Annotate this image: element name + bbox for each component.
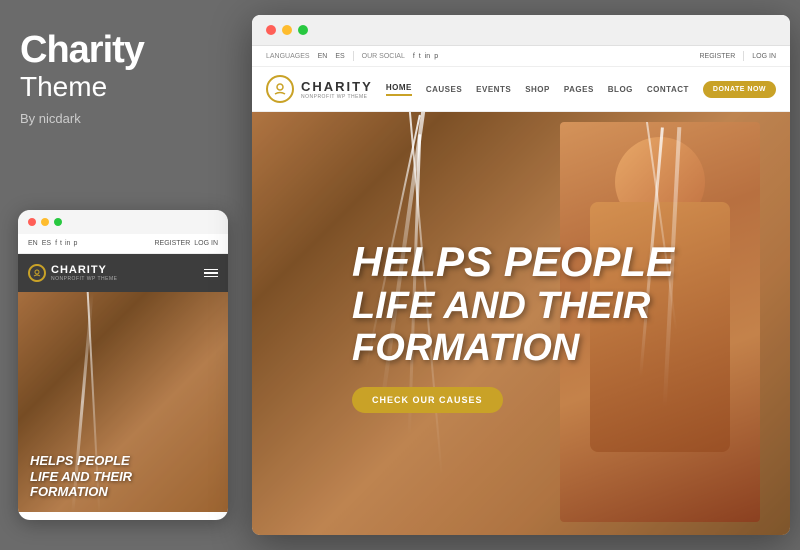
theme-title-regular: Theme	[20, 72, 225, 103]
desktop-nav: CHARITY NONPROFIT WP THEME HOME CAUSES E…	[252, 67, 790, 112]
linkedin-icon[interactable]: in	[65, 240, 70, 247]
facebook-icon[interactable]: f	[413, 53, 415, 60]
desktop-languages-label: LANGUAGES	[266, 53, 310, 60]
mobile-topbar-left: EN ES f t in p	[28, 240, 77, 247]
nav-link-home[interactable]: HOME	[386, 83, 412, 96]
twitter-icon[interactable]: t	[419, 53, 421, 60]
mobile-hero-text: HELPS PEOPLE LIFE AND THEIR FORMATION	[30, 453, 132, 500]
mobile-logo-icon	[28, 264, 46, 282]
desktop-preview: LANGUAGES EN ES OUR SOCIAL f t in p REGI…	[252, 15, 790, 535]
nav-link-blog[interactable]: BLOG	[608, 85, 633, 94]
desktop-logo-icon	[266, 75, 294, 103]
nav-link-causes[interactable]: CAUSES	[426, 85, 462, 94]
mobile-dot-yellow	[41, 218, 49, 226]
facebook-icon[interactable]: f	[55, 240, 57, 247]
desktop-nav-links: HOME CAUSES EVENTS SHOP PAGES BLOG CONTA…	[386, 81, 776, 98]
mobile-login-link[interactable]: LOG IN	[194, 240, 218, 247]
desktop-register-link[interactable]: REGISTER	[699, 53, 735, 60]
desktop-logo-tagline: NONPROFIT WP THEME	[301, 94, 373, 100]
desktop-logo-text-area: CHARITY NONPROFIT WP THEME	[301, 79, 373, 100]
desktop-our-social: OUR SOCIAL	[362, 53, 405, 60]
mobile-dot-green	[54, 218, 62, 226]
linkedin-icon[interactable]: in	[425, 53, 430, 60]
mobile-topbar-right: REGISTER LOG IN	[154, 240, 218, 247]
mobile-logo-text-area: CHARITY NONPROFIT WP THEME	[51, 264, 118, 282]
desktop-lang1[interactable]: EN	[318, 53, 328, 60]
check-causes-button[interactable]: CHECK OUR CAUSES	[352, 387, 503, 413]
desktop-dot-red	[266, 25, 276, 35]
desktop-social-icons: f t in p	[413, 53, 438, 60]
mobile-logo: CHARITY NONPROFIT WP THEME	[28, 264, 118, 282]
theme-author: By nicdark	[20, 111, 225, 126]
mobile-hero-heading: HELPS PEOPLE LIFE AND THEIR FORMATION	[30, 453, 132, 500]
mobile-logo-tagline: NONPROFIT WP THEME	[51, 276, 118, 282]
donate-now-button[interactable]: DONATE NOW	[703, 81, 776, 98]
hero-heading-line3: FORMATION	[352, 329, 674, 367]
desktop-dot-yellow	[282, 25, 292, 35]
mobile-header: CHARITY NONPROFIT WP THEME	[18, 254, 228, 292]
desktop-login-link[interactable]: LOG IN	[752, 53, 776, 60]
mobile-social-icons: f t in p	[55, 240, 77, 247]
mobile-menu-icon[interactable]	[204, 269, 218, 278]
hero-heading-line2: LIFE AND THEIR	[352, 287, 674, 325]
desktop-topbar-left: LANGUAGES EN ES OUR SOCIAL f t in p	[266, 51, 438, 61]
pinterest-icon[interactable]: p	[73, 240, 77, 247]
hero-content: HELPS PEOPLE LIFE AND THEIR FORMATION CH…	[252, 241, 674, 413]
nav-link-contact[interactable]: CONTACT	[647, 85, 689, 94]
desktop-topbar: LANGUAGES EN ES OUR SOCIAL f t in p REGI…	[252, 46, 790, 67]
hero-heading-line1: HELPS PEOPLE	[352, 241, 674, 283]
mobile-logo-name: CHARITY	[51, 264, 118, 276]
mobile-lang1[interactable]: EN	[28, 240, 38, 247]
nav-link-pages[interactable]: PAGES	[564, 85, 594, 94]
nav-link-events[interactable]: EVENTS	[476, 85, 511, 94]
pinterest-icon[interactable]: p	[434, 53, 438, 60]
twitter-icon[interactable]: t	[60, 240, 62, 247]
desktop-topbar-right: REGISTER LOG IN	[699, 51, 776, 61]
mobile-hero: HELPS PEOPLE LIFE AND THEIR FORMATION	[18, 292, 228, 512]
desktop-traffic-lights	[252, 15, 790, 46]
desktop-logo: CHARITY NONPROFIT WP THEME	[266, 75, 373, 103]
nav-link-shop[interactable]: SHOP	[525, 85, 550, 94]
left-panel: Charity Theme By nicdark EN ES f t in p	[0, 0, 245, 550]
theme-title-bold: Charity	[20, 30, 225, 72]
mobile-lang2[interactable]: ES	[42, 240, 51, 247]
topbar-sep-1	[353, 51, 354, 61]
mobile-dot-red	[28, 218, 36, 226]
mobile-topbar: EN ES f t in p REGISTER LOG IN	[18, 234, 228, 254]
desktop-dot-green	[298, 25, 308, 35]
mobile-traffic-lights	[18, 210, 228, 234]
mobile-preview: EN ES f t in p REGISTER LOG IN	[18, 210, 228, 520]
mobile-register-link[interactable]: REGISTER	[154, 240, 190, 247]
desktop-hero: HELPS PEOPLE LIFE AND THEIR FORMATION CH…	[252, 112, 790, 535]
desktop-logo-name: CHARITY	[301, 79, 373, 94]
desktop-lang2[interactable]: ES	[335, 53, 344, 60]
topbar-sep-2	[743, 51, 744, 61]
